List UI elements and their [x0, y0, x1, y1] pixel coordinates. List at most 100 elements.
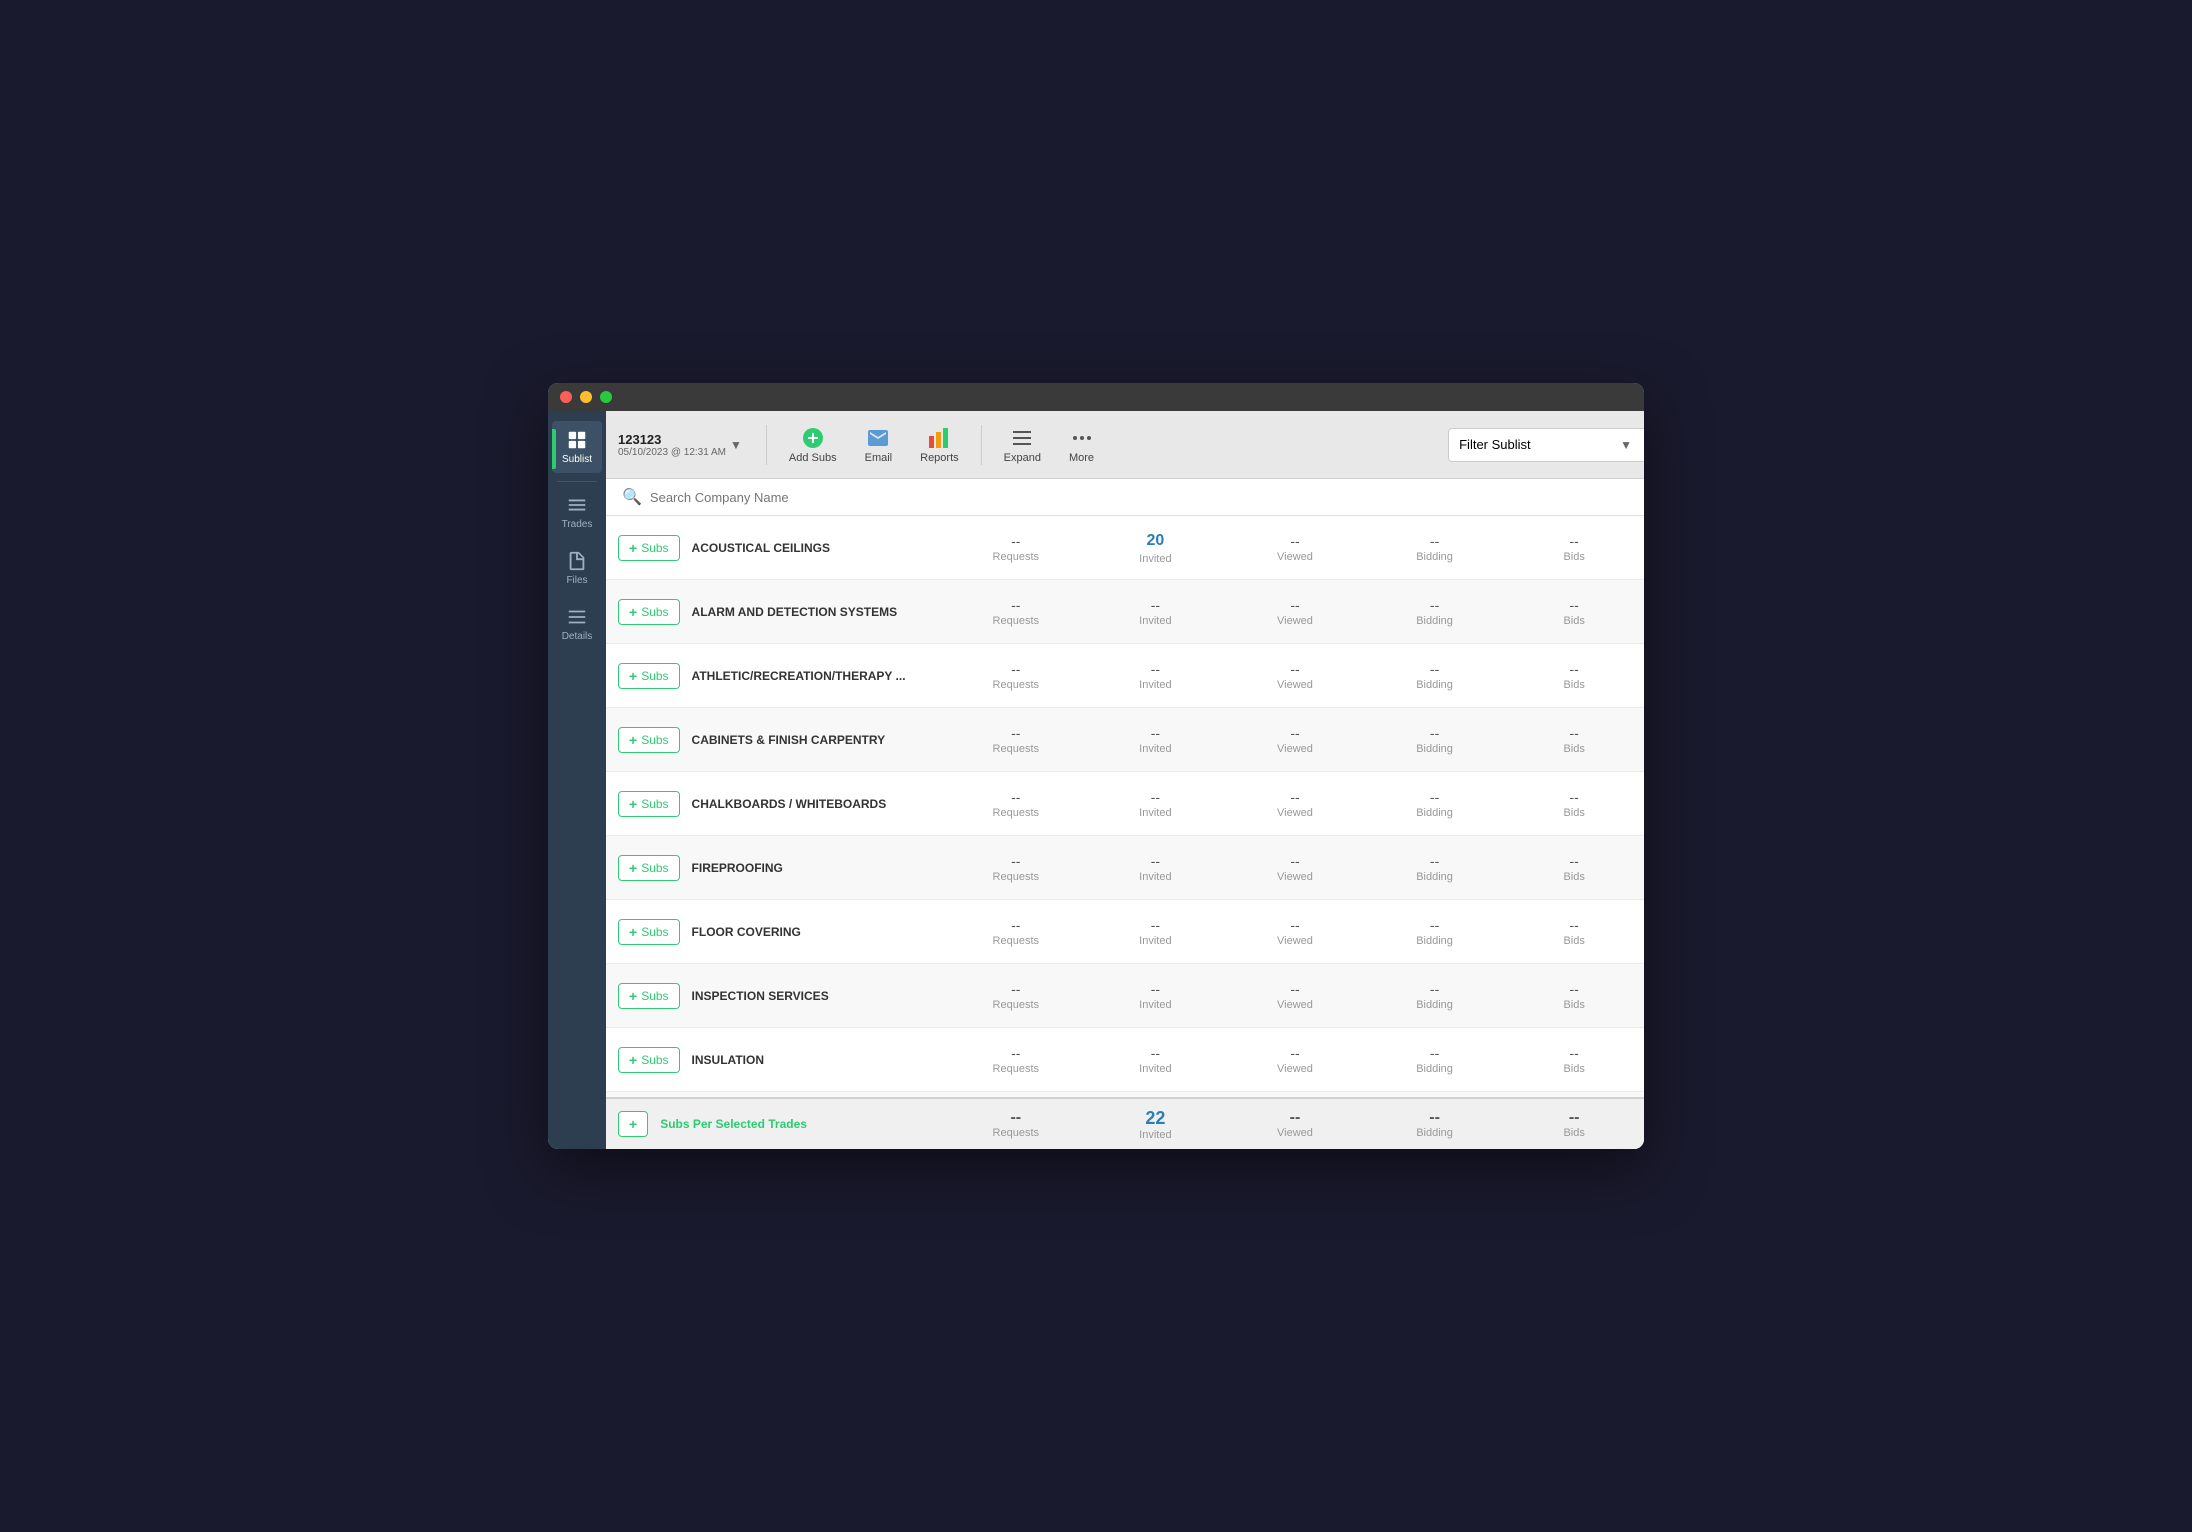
- search-input[interactable]: [650, 490, 1628, 505]
- bidding-cell: -- Bidding: [1365, 846, 1505, 890]
- more-button[interactable]: More: [1055, 420, 1108, 470]
- close-button[interactable]: [560, 391, 572, 403]
- requests-value: --: [1011, 1044, 1020, 1064]
- viewed-cell: -- Viewed: [1225, 1038, 1365, 1082]
- stats-cells: -- Requests -- Invited -- Viewed -- Bidd…: [946, 1038, 1644, 1082]
- bids-label: Bids: [1563, 679, 1584, 691]
- viewed-label: Viewed: [1277, 935, 1313, 947]
- requests-label: Requests: [993, 615, 1039, 627]
- subs-button[interactable]: + Subs: [618, 663, 680, 689]
- sidebar-item-trades[interactable]: Trades: [552, 486, 602, 538]
- subs-button[interactable]: + Subs: [618, 855, 680, 881]
- invited-label: Invited: [1139, 999, 1171, 1011]
- bids-label: Bids: [1563, 551, 1584, 563]
- viewed-label: Viewed: [1277, 679, 1313, 691]
- bids-value: --: [1570, 596, 1579, 616]
- bids-value: --: [1570, 852, 1579, 872]
- bidding-cell: -- Bidding: [1365, 526, 1505, 570]
- bidding-value: --: [1430, 852, 1439, 872]
- subs-button[interactable]: + Subs: [618, 599, 680, 625]
- invited-cell: -- Invited: [1086, 654, 1226, 698]
- trades-icon: [566, 494, 588, 516]
- sidebar-item-details[interactable]: Details: [552, 598, 602, 650]
- bids-value: --: [1570, 788, 1579, 808]
- bidding-cell: -- Bidding: [1365, 910, 1505, 954]
- footer-bids-cell: -- Bids: [1504, 1109, 1644, 1139]
- add-subs-icon: [801, 426, 825, 450]
- sidebar-trades-label: Trades: [562, 519, 593, 530]
- footer-bids-label: Bids: [1563, 1127, 1584, 1139]
- invited-value: --: [1151, 852, 1160, 872]
- viewed-cell: -- Viewed: [1225, 846, 1365, 890]
- bids-cell: -- Bids: [1504, 1038, 1644, 1082]
- viewed-value: --: [1290, 852, 1299, 872]
- subs-label: Subs: [641, 925, 668, 939]
- viewed-cell: -- Viewed: [1225, 654, 1365, 698]
- table-row: + Subs CABINETS & FINISH CARPENTRY -- Re…: [606, 708, 1644, 772]
- requests-value: --: [1011, 916, 1020, 936]
- footer-bidding-value: --: [1429, 1109, 1440, 1127]
- email-button[interactable]: Email: [851, 420, 907, 470]
- invited-cell: -- Invited: [1086, 782, 1226, 826]
- requests-cell: -- Requests: [946, 974, 1086, 1018]
- bids-label: Bids: [1563, 871, 1584, 883]
- subs-button[interactable]: + Subs: [618, 791, 680, 817]
- bidding-label: Bidding: [1416, 551, 1453, 563]
- project-info: 123123 05/10/2023 @ 12:31 AM: [618, 432, 726, 458]
- subs-button[interactable]: + Subs: [618, 535, 680, 561]
- plus-icon: +: [629, 988, 637, 1004]
- maximize-button[interactable]: [600, 391, 612, 403]
- bids-value: --: [1570, 532, 1579, 552]
- requests-value: --: [1011, 852, 1020, 872]
- table-row: + Subs FIREPROOFING -- Requests -- Invit…: [606, 836, 1644, 900]
- reports-button[interactable]: Reports: [906, 420, 973, 470]
- footer-viewed-value: --: [1290, 1109, 1301, 1127]
- subs-button[interactable]: + Subs: [618, 983, 680, 1009]
- bidding-cell: -- Bidding: [1365, 1038, 1505, 1082]
- add-subs-button[interactable]: Add Subs: [775, 420, 851, 470]
- bids-label: Bids: [1563, 999, 1584, 1011]
- footer-row: + Subs Per Selected Trades -- Requests 2…: [606, 1097, 1644, 1149]
- trade-row-left: + Subs INSPECTION SERVICES: [606, 975, 946, 1017]
- requests-cell: -- Requests: [946, 718, 1086, 762]
- trades-table: + Subs ACOUSTICAL CEILINGS -- Requests 2…: [606, 516, 1644, 1149]
- requests-label: Requests: [993, 551, 1039, 563]
- bidding-cell: -- Bidding: [1365, 718, 1505, 762]
- subs-button[interactable]: + Subs: [618, 727, 680, 753]
- bids-label: Bids: [1563, 743, 1584, 755]
- filter-sublist-select[interactable]: Filter Sublist: [1448, 428, 1644, 462]
- filter-container: Filter Sublist ▼: [1448, 428, 1632, 462]
- footer-subs-button[interactable]: +: [618, 1111, 648, 1137]
- sidebar-item-files[interactable]: Files: [552, 542, 602, 594]
- table-row: + Subs ALARM AND DETECTION SYSTEMS -- Re…: [606, 580, 1644, 644]
- sidebar-item-sublist[interactable]: Sublist: [552, 421, 602, 473]
- requests-label: Requests: [993, 999, 1039, 1011]
- footer-viewed-label: Viewed: [1277, 1127, 1313, 1139]
- bids-cell: -- Bids: [1504, 782, 1644, 826]
- subs-button[interactable]: + Subs: [618, 1047, 680, 1073]
- requests-cell: -- Requests: [946, 526, 1086, 570]
- footer-requests-label: Requests: [993, 1127, 1039, 1139]
- project-dropdown-arrow[interactable]: ▼: [730, 438, 742, 452]
- viewed-label: Viewed: [1277, 615, 1313, 627]
- expand-button[interactable]: Expand: [990, 420, 1055, 470]
- project-date: 05/10/2023 @ 12:31 AM: [618, 447, 726, 458]
- invited-value: --: [1151, 596, 1160, 616]
- viewed-cell: -- Viewed: [1225, 590, 1365, 634]
- trade-name: ACOUSTICAL CEILINGS: [692, 541, 830, 555]
- trade-row-left: + Subs CHALKBOARDS / WHITEBOARDS: [606, 783, 946, 825]
- bids-cell: -- Bids: [1504, 526, 1644, 570]
- minimize-button[interactable]: [580, 391, 592, 403]
- viewed-value: --: [1290, 532, 1299, 552]
- invited-value: --: [1151, 788, 1160, 808]
- invited-value: --: [1151, 980, 1160, 1000]
- table-row: + Subs CHALKBOARDS / WHITEBOARDS -- Requ…: [606, 772, 1644, 836]
- viewed-value: --: [1290, 1044, 1299, 1064]
- viewed-label: Viewed: [1277, 551, 1313, 563]
- footer-invited-label: Invited: [1139, 1129, 1171, 1141]
- subs-button[interactable]: + Subs: [618, 919, 680, 945]
- trade-name: CABINETS & FINISH CARPENTRY: [692, 733, 886, 747]
- footer-stats: -- Requests 22 Invited -- Viewed -- Bidd…: [946, 1108, 1644, 1141]
- bidding-cell: -- Bidding: [1365, 590, 1505, 634]
- stats-cells: -- Requests -- Invited -- Viewed -- Bidd…: [946, 590, 1644, 634]
